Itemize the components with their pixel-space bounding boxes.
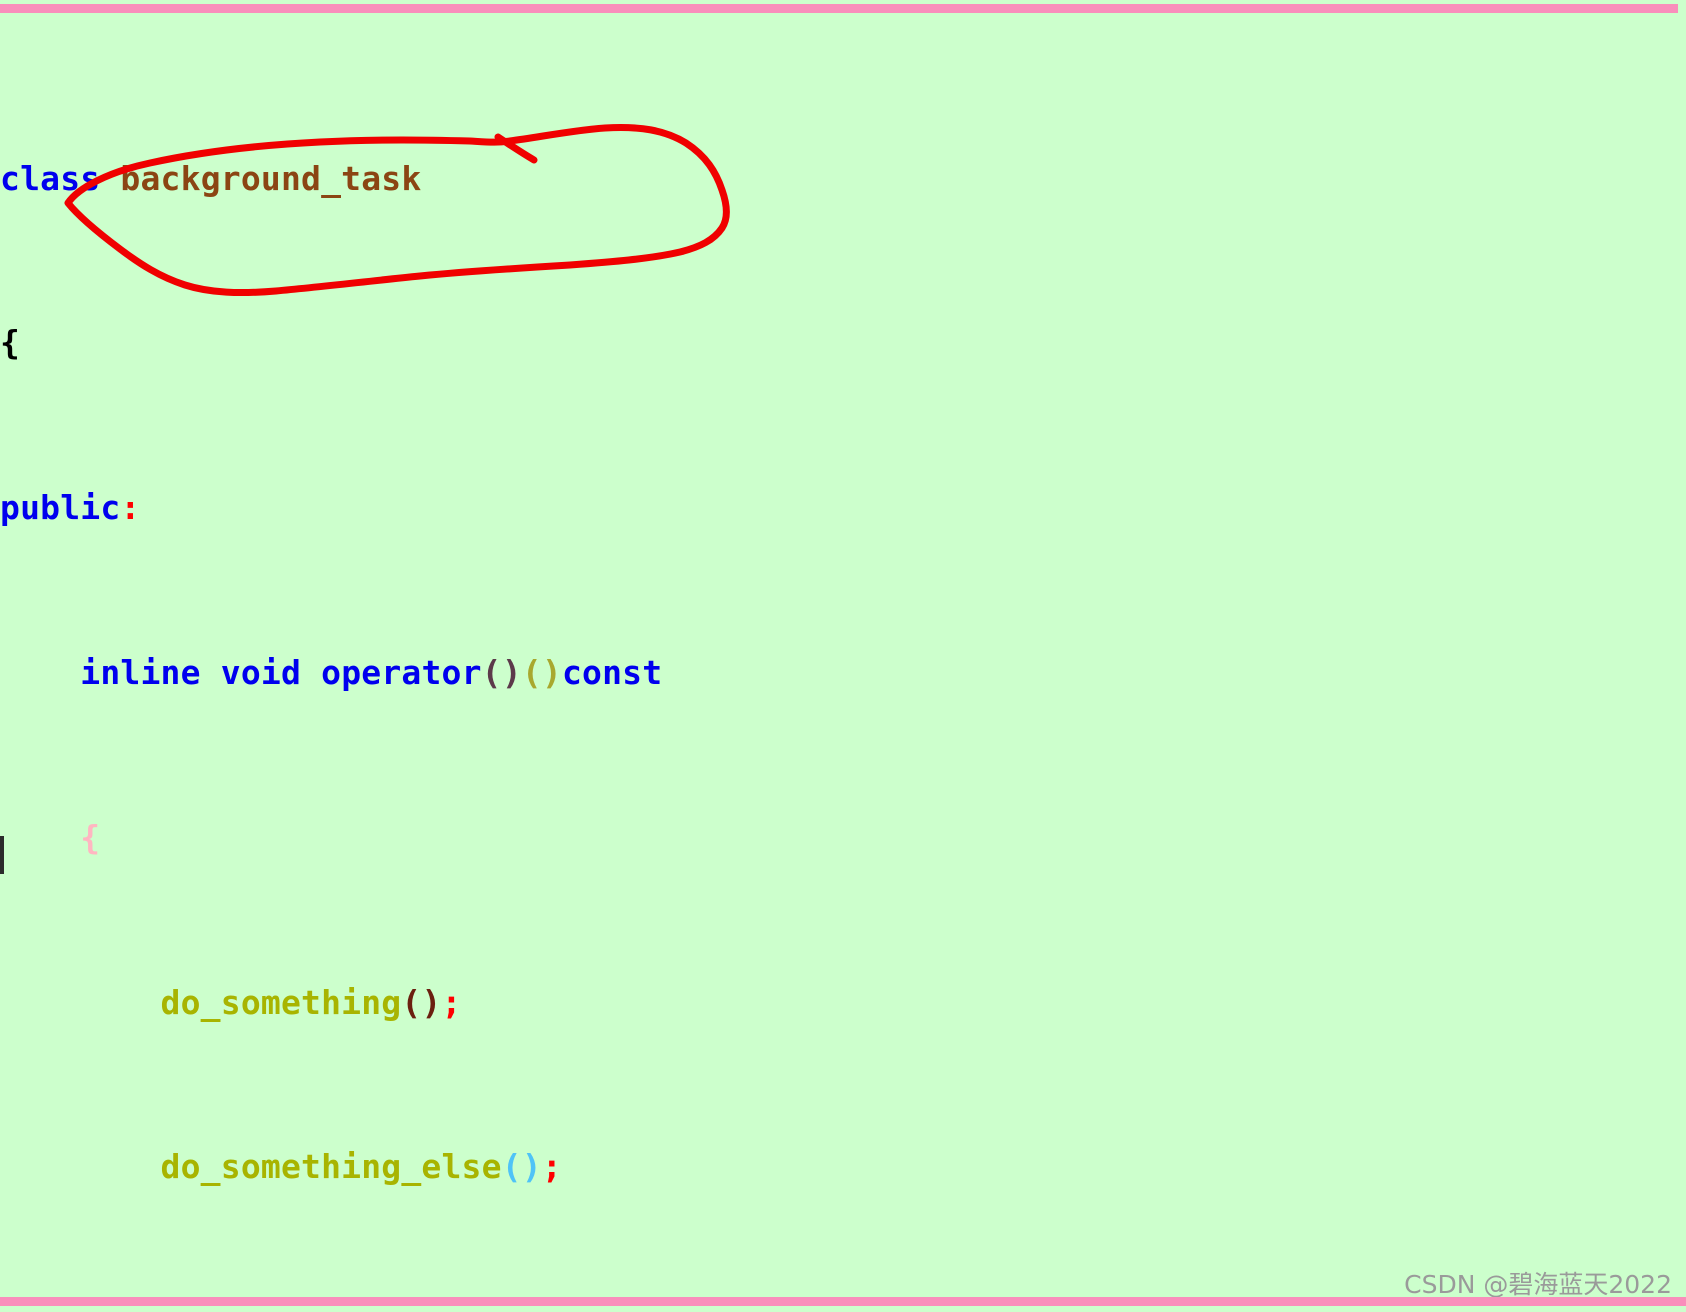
token-semicolon: ;	[541, 1147, 562, 1187]
code-block[interactable]: class background_task { public: inline v…	[0, 34, 1686, 1312]
text-caret	[0, 836, 4, 874]
top-divider-rule	[0, 4, 1678, 13]
code-line-5: {	[0, 817, 1686, 858]
code-line-6: do_something();	[0, 982, 1686, 1023]
token-keyword-const: const	[561, 653, 663, 692]
token-open-brace: {	[80, 817, 101, 857]
token-parens-1: ()	[481, 653, 522, 692]
token-call-do-something-else: do_something_else	[160, 1147, 502, 1187]
token-parens-2: ()	[521, 653, 562, 692]
screenshot-canvas: class background_task { public: inline v…	[0, 0, 1686, 1312]
token-semicolon: ;	[441, 982, 462, 1022]
code-line-1: class background_task	[0, 158, 1686, 199]
token-parens: ()	[401, 982, 442, 1022]
token-call-do-something: do_something	[160, 982, 402, 1022]
code-line-2: {	[0, 322, 1686, 363]
token-operator-keyword: operator	[321, 653, 482, 692]
bottom-divider-rule	[0, 1297, 1686, 1306]
code-line-4: inline void operator()()const	[0, 652, 1686, 693]
token-keyword-inline: inline	[80, 653, 201, 692]
token-open-brace: {	[0, 323, 21, 363]
token-class-name: background_task	[120, 158, 422, 198]
code-line-7: do_something_else();	[0, 1146, 1686, 1187]
token-keyword-void: void	[220, 653, 302, 692]
csdn-watermark: CSDN @碧海蓝天2022	[1404, 1270, 1672, 1299]
code-line-3: public:	[0, 487, 1686, 528]
token-parens: ()	[501, 1147, 542, 1187]
token-keyword-class: class	[0, 158, 101, 198]
token-keyword-public: public	[0, 488, 121, 528]
token-colon: :	[120, 488, 141, 528]
